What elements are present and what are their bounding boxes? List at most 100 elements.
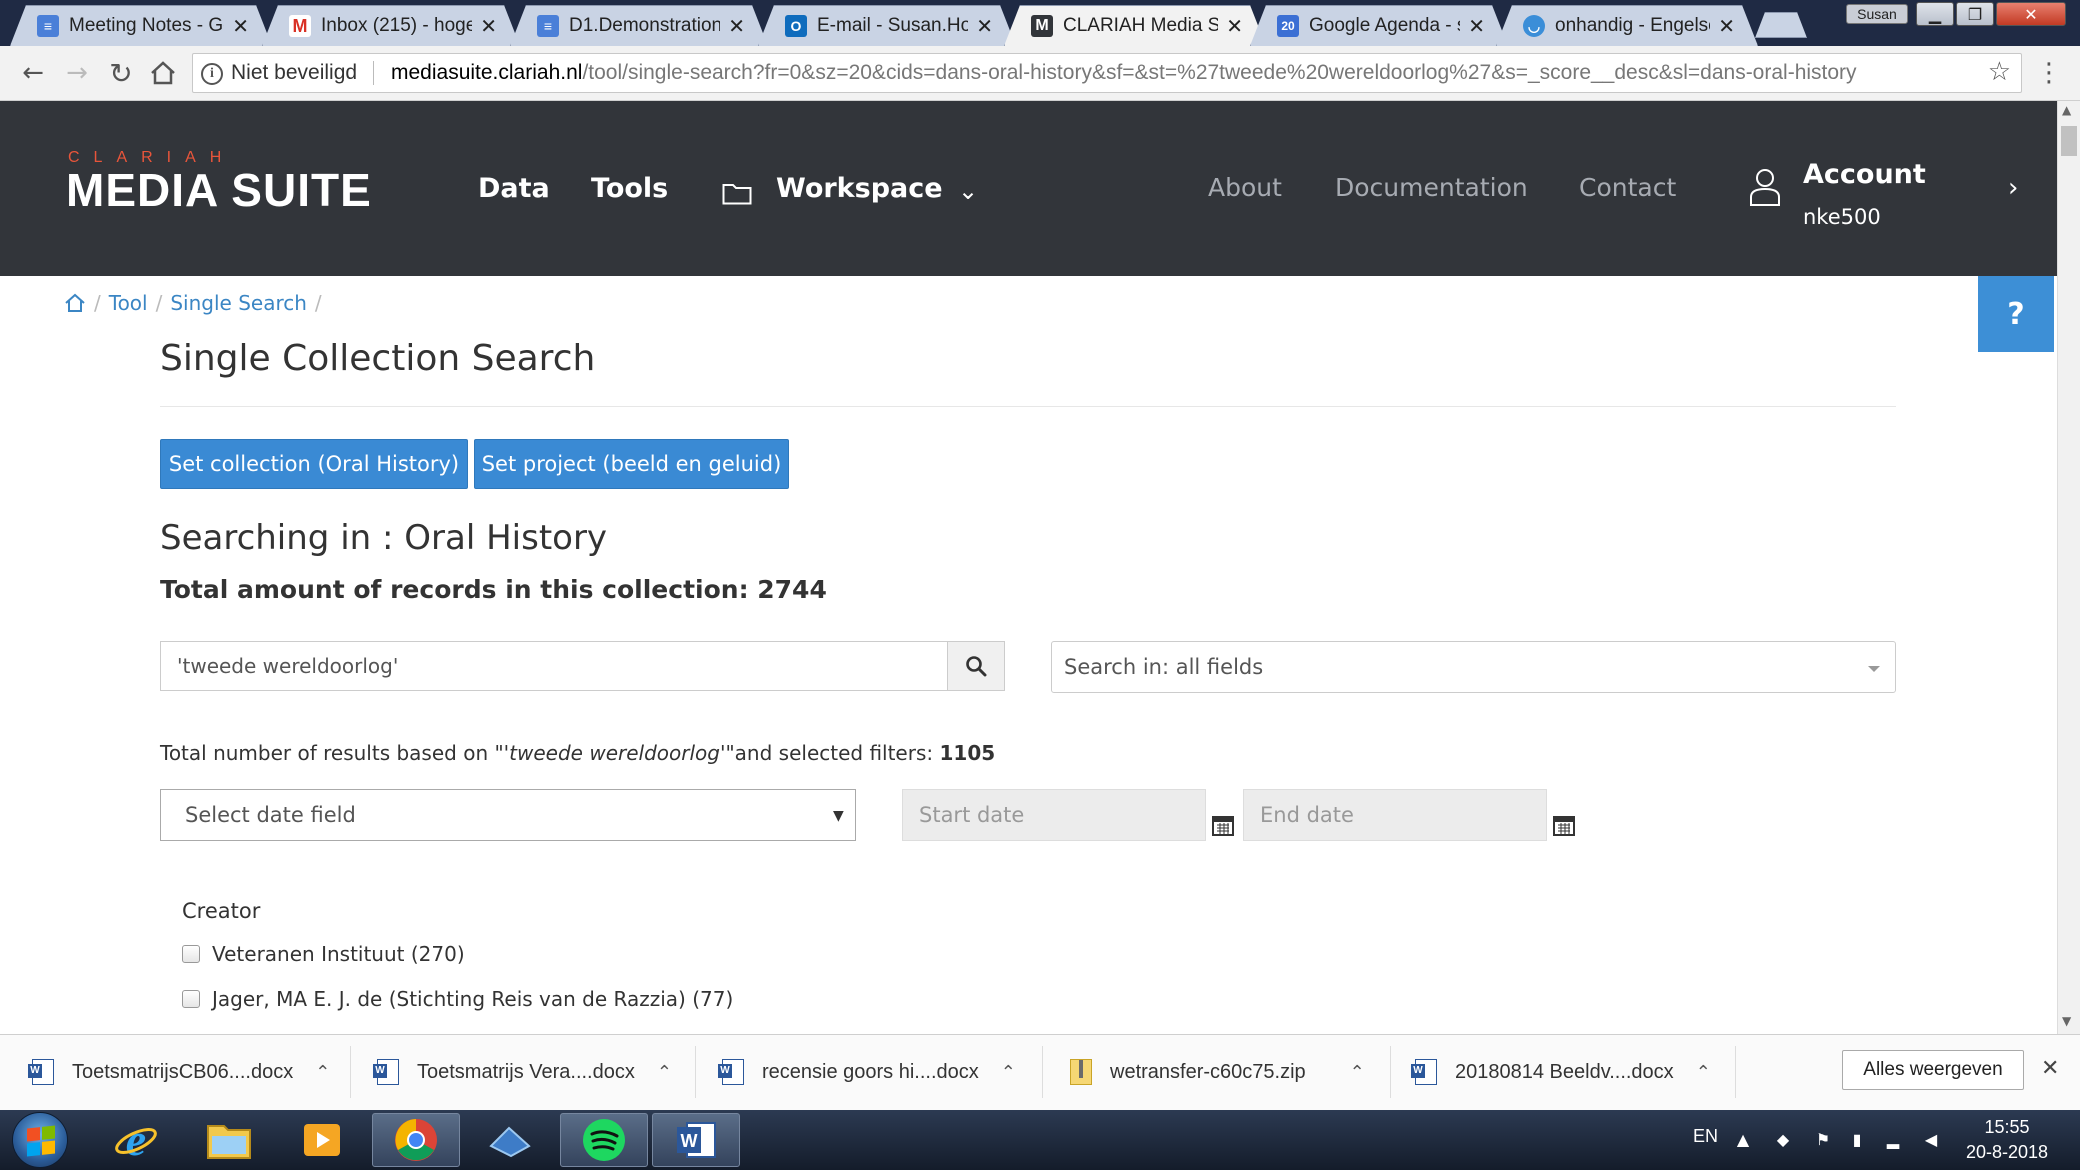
restore-button[interactable]: ❐ (1956, 2, 1994, 26)
nav-documentation[interactable]: Documentation (1335, 173, 1528, 202)
reload-icon[interactable]: ↻ (104, 56, 138, 90)
account-label[interactable]: Account (1803, 159, 1926, 190)
tab-close-icon[interactable]: ✕ (232, 14, 249, 38)
word-file-icon (373, 1059, 399, 1085)
date-field-select[interactable]: Select date field (160, 789, 856, 841)
chevron-right-icon[interactable]: › (2008, 173, 2018, 203)
download-item[interactable]: ToetsmatrijsCB06....docx ⌃ (28, 1034, 330, 1110)
bookmark-star-icon[interactable]: ☆ (1988, 57, 2011, 87)
svg-text:W: W (681, 1131, 698, 1151)
nav-contact[interactable]: Contact (1579, 173, 1676, 202)
set-project-button[interactable]: Set project (beeld en geluid) (474, 439, 789, 489)
internet-explorer-icon[interactable]: e (92, 1113, 180, 1167)
window-close-button[interactable]: ✕ (1996, 2, 2066, 26)
word-file-icon (28, 1059, 54, 1085)
info-icon[interactable]: i (201, 63, 223, 85)
volume-icon[interactable]: ◀ (1921, 1130, 1941, 1150)
nav-tools[interactable]: Tools (591, 173, 668, 204)
download-item[interactable]: wetransfer-c60c75.zip ⌃ (1070, 1034, 1365, 1110)
home-icon[interactable] (64, 293, 86, 313)
tab-close-icon[interactable]: ✕ (1226, 14, 1243, 38)
browser-tab-agenda[interactable]: 20 Google Agenda - se ✕ (1250, 5, 1508, 46)
facet-item[interactable]: Jager, MA E. J. de (Stichting Reis van d… (182, 987, 733, 1011)
back-arrow-icon[interactable]: ← (16, 56, 50, 90)
chevron-up-icon[interactable]: ⌃ (1350, 1062, 1365, 1083)
show-all-downloads-button[interactable]: Alles weergeven (1842, 1050, 2024, 1090)
chevron-up-icon[interactable]: ⌃ (1696, 1062, 1711, 1083)
forward-arrow-icon[interactable]: → (60, 56, 94, 90)
tab-close-icon[interactable]: ✕ (728, 14, 745, 38)
facet-item[interactable]: Veteranen Instituut (270) (182, 942, 465, 966)
breadcrumb-tool[interactable]: Tool (109, 291, 148, 315)
help-button[interactable]: ? (1978, 276, 2054, 352)
tab-title: onhandig - Engelse (1555, 15, 1711, 36)
chevron-up-icon[interactable]: ⌃ (315, 1062, 330, 1083)
address-bar[interactable]: i Niet beveiligd mediasuite.clariah.nl/t… (192, 53, 2022, 93)
facet-label: Veteranen Instituut (270) (212, 942, 465, 966)
new-tab-button[interactable] (1755, 12, 1807, 38)
chevron-up-icon[interactable]: ⌃ (1001, 1062, 1016, 1083)
word-icon[interactable]: W (652, 1113, 740, 1167)
download-item[interactable]: 20180814 Beeldv....docx ⌃ (1411, 1034, 1711, 1110)
spotify-icon[interactable] (560, 1113, 648, 1167)
browser-tab-translate[interactable]: ◡ onhandig - Engelse ✕ (1496, 5, 1758, 46)
scroll-down-arrow-icon[interactable]: ▼ (2062, 1014, 2071, 1028)
show-hidden-icons-icon[interactable]: ▲ (1733, 1130, 1753, 1150)
windows-logo-icon (27, 1125, 55, 1157)
battery-icon[interactable]: ▮ (1847, 1130, 1867, 1150)
search-field-select[interactable]: Search in: all fields (1051, 641, 1896, 693)
site-header: CLARIAH MEDIA SUITE Data Tools Workspace… (0, 101, 2057, 276)
dropbox-icon[interactable]: ◆ (1773, 1130, 1793, 1150)
media-player-icon[interactable] (278, 1113, 366, 1167)
download-name: 20180814 Beeldv....docx (1455, 1060, 1674, 1083)
download-item[interactable]: recensie goors hi....docx ⌃ (718, 1034, 1016, 1110)
nav-workspace[interactable]: Workspace (776, 173, 943, 204)
start-date-input[interactable]: Start date (902, 789, 1206, 841)
app-icon[interactable] (466, 1113, 554, 1167)
search-input[interactable]: 'tweede wereldoorlog' (160, 641, 948, 691)
clock-date[interactable]: 20-8-2018 (1952, 1142, 2062, 1163)
download-divider (1390, 1046, 1391, 1098)
chevron-down-icon[interactable]: ⌄ (958, 177, 978, 205)
download-item[interactable]: Toetsmatrijs Vera....docx ⌃ (373, 1034, 672, 1110)
browser-tab-inbox[interactable]: M Inbox (215) - hoger ✕ (262, 5, 520, 46)
close-icon[interactable]: ✕ (2041, 1056, 2059, 1081)
browser-tab-mediasuite[interactable]: M CLARIAH Media Sui ✕ (1004, 5, 1266, 46)
chrome-icon[interactable] (372, 1113, 460, 1167)
tab-close-icon[interactable]: ✕ (1718, 14, 1735, 38)
nav-data[interactable]: Data (478, 173, 550, 204)
tab-close-icon[interactable]: ✕ (480, 14, 497, 38)
calendar-icon[interactable] (1552, 813, 1576, 837)
set-collection-button[interactable]: Set collection (Oral History) (160, 439, 468, 489)
facet-checkbox[interactable] (182, 990, 200, 1008)
url-text[interactable]: mediasuite.clariah.nl/tool/single-search… (391, 61, 1857, 85)
breadcrumb-separator: / (94, 291, 101, 315)
end-date-input[interactable]: End date (1243, 789, 1547, 841)
network-icon[interactable]: ▂ (1883, 1130, 1903, 1150)
language-indicator[interactable]: EN (1693, 1126, 1718, 1147)
action-center-icon[interactable]: ⚑ (1813, 1130, 1833, 1150)
page-scrollbar[interactable] (2057, 101, 2080, 1034)
file-explorer-icon[interactable] (185, 1113, 273, 1167)
window-user-badge[interactable]: Susan (1846, 4, 1908, 24)
tab-close-icon[interactable]: ✕ (1468, 14, 1485, 38)
tab-close-icon[interactable]: ✕ (976, 14, 993, 38)
browser-menu-icon[interactable]: ⋮ (2036, 58, 2062, 88)
search-button[interactable] (947, 641, 1005, 691)
browser-tab-email[interactable]: O E-mail - Susan.Hoge ✕ (758, 5, 1016, 46)
minimize-button[interactable]: ▁ (1916, 2, 1954, 26)
browser-tab-meeting-notes[interactable]: ≡ Meeting Notes - Go ✕ (10, 5, 272, 46)
calendar-icon[interactable] (1211, 813, 1235, 837)
logo-media-suite[interactable]: MEDIA SUITE (66, 163, 372, 217)
breadcrumb-single-search[interactable]: Single Search (170, 291, 307, 315)
clock-time[interactable]: 15:55 (1962, 1117, 2052, 1138)
start-button[interactable] (12, 1112, 68, 1168)
home-button-icon[interactable] (146, 56, 180, 90)
facet-checkbox[interactable] (182, 945, 200, 963)
nav-about[interactable]: About (1208, 173, 1282, 202)
user-icon[interactable] (1748, 167, 1782, 207)
chevron-up-icon[interactable]: ⌃ (657, 1062, 672, 1083)
scrollbar-thumb[interactable] (2061, 126, 2077, 156)
browser-tab-demonstration[interactable]: ≡ D1.Demonstration S ✕ (510, 5, 768, 46)
scroll-up-arrow-icon[interactable]: ▲ (2062, 103, 2071, 117)
